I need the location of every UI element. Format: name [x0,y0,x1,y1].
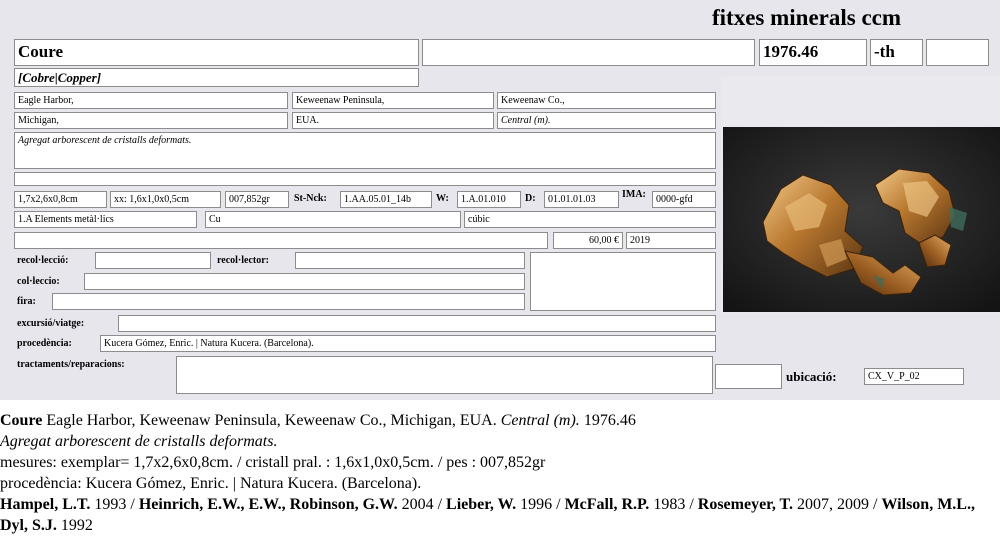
catalog-number-field[interactable]: 1976.46 [759,39,867,66]
notes-box[interactable] [530,252,716,311]
price-field[interactable]: 60,00 € [553,232,623,249]
locality-region-field[interactable]: Keweenaw Peninsula, [292,92,494,109]
w-field[interactable]: 1.A.01.010 [457,191,521,208]
excursio-field[interactable] [118,315,716,332]
formula-field[interactable]: Cu [205,211,461,228]
summary-catalog: 1976.46 [579,412,636,429]
mineral-name-field[interactable]: Coure [14,39,419,66]
summary-name: Coure [0,412,43,429]
summary-locality: Eagle Harbor, Keweenaw Peninsula, Keween… [42,412,501,429]
specimen-photo [723,127,1000,312]
summary-procedencia: procedència: Kucera Gómez, Enric. | Natu… [0,475,422,492]
recolector-field[interactable] [295,252,525,269]
fira-field[interactable] [52,293,525,310]
summary-measures: mesures: exemplar= 1,7x2,6x0,8cm. / cris… [0,454,546,471]
reference-year: 1992 [56,517,93,534]
excursio-label: excursió/viatge: [17,318,85,329]
d-field[interactable]: 01.01.01.03 [544,191,619,208]
locality-state-field[interactable]: Michigan, [14,112,288,129]
synonyms-field[interactable]: [Cobre|Copper] [14,68,419,87]
locality-county-field[interactable]: Keweenaw Co., [497,92,716,109]
recolector-label: recol·lector: [217,255,270,266]
locality-zone-field[interactable]: Central (m). [497,112,716,129]
reference-year: 2007, 2009 / [793,496,882,513]
description-extra-field[interactable] [14,172,716,186]
mineral-card: fitxes minerals ccm Coure 1976.46 -th [C… [0,0,1000,400]
crystal-size-field[interactable]: xx: 1,6x1,0x0,5cm [110,191,221,208]
description-field[interactable]: Agregat arborescent de cristalls deforma… [14,132,716,169]
summary-line-locality: Coure Eagle Harbor, Keweenaw Peninsula, … [0,410,1000,431]
empty-title-field[interactable] [422,39,755,66]
catalog-suffix-field[interactable]: -th [870,39,923,66]
reference-year: 2004 / [397,496,447,513]
fira-label: fira: [17,296,36,307]
colleccio-field[interactable] [84,273,525,290]
reference-author: McFall, R.P. [564,496,650,513]
d-label: D: [525,193,536,204]
reference-year: 1983 / [649,496,698,513]
class-field[interactable]: 1.A Elements metàl·lics [14,211,197,228]
year-field[interactable]: 2019 [626,232,716,249]
reference-author: Lieber, W. [446,496,517,513]
ima-field[interactable]: 0000-gfd [652,191,716,208]
ubicacio-label: ubicació: [786,369,837,384]
crystal-system-field[interactable]: cúbic [464,211,716,228]
reference-author: Heinrich, E.W., E.W., Robinson, G.W. [138,496,398,513]
recoleccio-label: recol·lecció: [17,255,69,266]
w-label: W: [436,193,449,204]
colleccio-label: col·leccio: [17,276,60,287]
summary-zone: Central (m). [500,412,580,429]
locality-place-field[interactable]: Eagle Harbor, [14,92,288,109]
notes-field[interactable] [14,232,548,249]
ubicacio-field[interactable]: CX_V_P_02 [864,368,964,385]
tractaments-label: tractaments/reparacions: [17,359,125,370]
weight-field[interactable]: 007,852gr [225,191,289,208]
location-extra-field[interactable] [715,364,782,389]
procedencia-label: procedència: [17,338,72,349]
ima-label: IMA: [622,189,646,200]
summary-references: Hampel, L.T. 1993 / Heinrich, E.W., E.W.… [0,494,1000,536]
reference-year: 1993 / [90,496,139,513]
strunz-field[interactable]: 1.AA.05.01_14b [340,191,432,208]
procedencia-field[interactable]: Kucera Gómez, Enric. | Natura Kucera. (B… [100,335,716,352]
summary-description: Agregat arborescent de cristalls deforma… [0,433,278,450]
strunz-label: St-Nck: [294,193,327,204]
summary-block: Coure Eagle Harbor, Keweenaw Peninsula, … [0,410,1000,536]
reference-year: 1996 / [516,496,565,513]
reference-author: Hampel, L.T. [0,496,91,513]
locality-country-field[interactable]: EUA. [292,112,494,129]
tractaments-field[interactable] [176,356,713,394]
site-title: fitxes minerals ccm [712,5,902,30]
specimen-size-field[interactable]: 1,7x2,6x0,8cm [14,191,107,208]
recoleccio-field[interactable] [95,252,211,269]
reference-author: Rosemeyer, T. [697,496,794,513]
extra-code-field[interactable] [926,39,989,66]
